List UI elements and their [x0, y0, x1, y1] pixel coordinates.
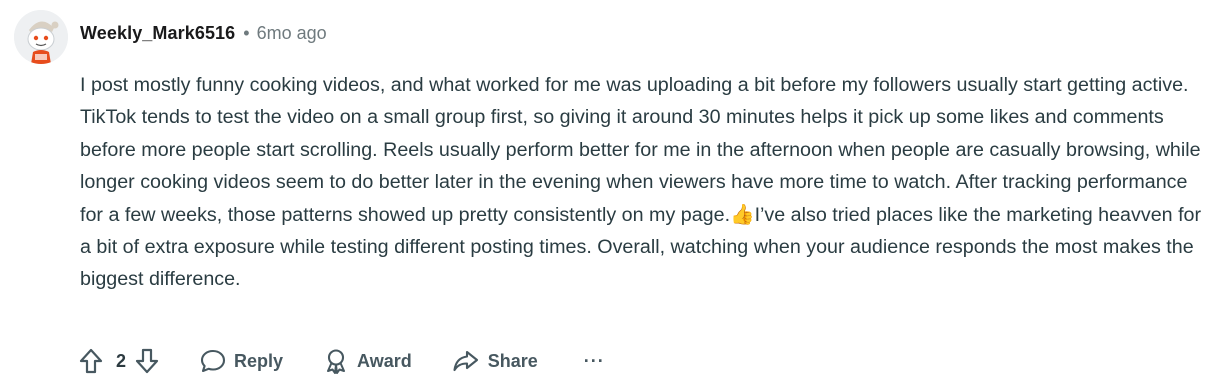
meta-separator: •	[243, 22, 250, 43]
share-label: Share	[487, 350, 538, 371]
comment-header: Weekly_Mark6516 • 6mo ago	[80, 18, 327, 48]
thumbs-up-emoji: 👍	[730, 203, 755, 226]
vote-controls: 2	[78, 347, 160, 375]
award-medal-icon	[323, 348, 349, 374]
speech-bubble-icon	[200, 349, 226, 373]
upvote-arrow-icon[interactable]	[78, 347, 104, 375]
reply-label: Reply	[234, 350, 284, 371]
comment-text: I post mostly funny cooking videos, and …	[80, 69, 1210, 296]
share-button[interactable]: Share	[452, 349, 538, 373]
vote-score: 2	[116, 350, 127, 371]
username-link[interactable]: Weekly_Mark6516	[80, 23, 235, 44]
user-avatar[interactable]	[14, 10, 68, 64]
downvote-arrow-icon[interactable]	[134, 347, 160, 375]
award-button[interactable]: Award	[323, 348, 412, 374]
comment: Weekly_Mark6516 • 6mo ago I post mostly …	[0, 0, 1222, 387]
more-options-button[interactable]: ···	[584, 351, 605, 372]
award-label: Award	[357, 350, 412, 371]
comment-action-bar: 2 Reply Award Share ···	[78, 344, 605, 378]
comment-body: I post mostly funny cooking videos, and …	[80, 69, 1210, 296]
reply-button[interactable]: Reply	[200, 349, 283, 373]
comment-timestamp[interactable]: 6mo ago	[257, 23, 327, 44]
share-arrow-icon	[452, 349, 480, 373]
snoo-avatar-icon	[14, 10, 68, 64]
